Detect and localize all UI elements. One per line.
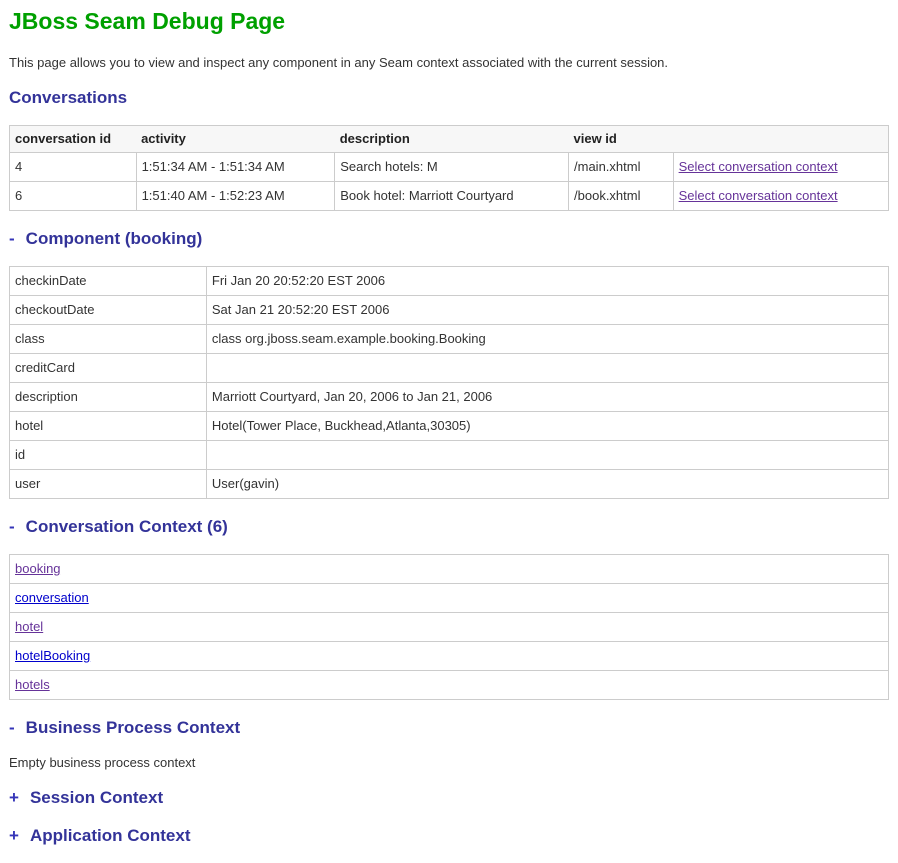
property-row: class class org.jboss.seam.example.booki…	[10, 325, 889, 354]
conversation-context-heading-label: Conversation Context (6)	[26, 517, 228, 536]
property-value-cell: class org.jboss.seam.example.booking.Boo…	[206, 325, 888, 354]
property-key-cell: hotel	[10, 412, 207, 441]
session-context-heading-label: Session Context	[30, 788, 163, 807]
conversation-context-table: booking conversation hotel hotelBooking …	[9, 554, 889, 700]
context-link-cell: hotel	[10, 613, 889, 642]
property-row: checkinDate Fri Jan 20 20:52:20 EST 2006	[10, 267, 889, 296]
collapse-toggle-icon[interactable]: -	[9, 517, 15, 537]
component-section-heading: -Component (booking)	[9, 229, 889, 249]
property-key-cell: description	[10, 383, 207, 412]
page-title: JBoss Seam Debug Page	[9, 8, 889, 35]
property-value-cell: Marriott Courtyard, Jan 20, 2006 to Jan …	[206, 383, 888, 412]
conversations-header-row: conversation id activity description vie…	[10, 126, 889, 153]
conversation-id-cell: 4	[10, 153, 137, 182]
col-header-activity: activity	[136, 126, 335, 153]
context-link-row: booking	[10, 555, 889, 584]
description-cell: Search hotels: M	[335, 153, 569, 182]
property-value-cell	[206, 441, 888, 470]
action-cell: Select conversation context	[673, 153, 888, 182]
select-conversation-context-link[interactable]: Select conversation context	[679, 188, 838, 203]
activity-cell: 1:51:34 AM - 1:51:34 AM	[136, 153, 335, 182]
description-cell: Book hotel: Marriott Courtyard	[335, 182, 569, 211]
expand-toggle-icon[interactable]: +	[9, 788, 19, 808]
conversations-table: conversation id activity description vie…	[9, 125, 889, 211]
context-link-cell: hotelBooking	[10, 642, 889, 671]
conversation-context-heading: -Conversation Context (6)	[9, 517, 889, 537]
action-cell: Select conversation context	[673, 182, 888, 211]
component-properties-table: checkinDate Fri Jan 20 20:52:20 EST 2006…	[9, 266, 889, 499]
col-header-view-id: view id	[569, 126, 674, 153]
business-process-context-heading: -Business Process Context	[9, 718, 889, 738]
conversation-id-cell: 6	[10, 182, 137, 211]
application-context-heading: + Application Context	[9, 826, 889, 846]
property-row: hotel Hotel(Tower Place, Buckhead,Atlant…	[10, 412, 889, 441]
view-id-cell: /main.xhtml	[569, 153, 674, 182]
select-conversation-context-link[interactable]: Select conversation context	[679, 159, 838, 174]
col-header-action	[673, 126, 888, 153]
conversation-row: 6 1:51:40 AM - 1:52:23 AM Book hotel: Ma…	[10, 182, 889, 211]
property-key-cell: checkoutDate	[10, 296, 207, 325]
property-value-cell: User(gavin)	[206, 470, 888, 499]
property-key-cell: class	[10, 325, 207, 354]
conversations-heading: Conversations	[9, 88, 889, 108]
context-link-row: conversation	[10, 584, 889, 613]
context-link-row: hotel	[10, 613, 889, 642]
property-key-cell: creditCard	[10, 354, 207, 383]
context-component-link[interactable]: hotelBooking	[15, 648, 90, 663]
property-row: id	[10, 441, 889, 470]
property-row: description Marriott Courtyard, Jan 20, …	[10, 383, 889, 412]
context-link-cell: booking	[10, 555, 889, 584]
expand-toggle-icon[interactable]: +	[9, 826, 19, 846]
application-context-heading-label: Application Context	[30, 826, 191, 845]
collapse-toggle-icon[interactable]: -	[9, 718, 15, 738]
activity-cell: 1:51:40 AM - 1:52:23 AM	[136, 182, 335, 211]
context-component-link[interactable]: booking	[15, 561, 61, 576]
context-component-link[interactable]: hotel	[15, 619, 43, 634]
property-key-cell: user	[10, 470, 207, 499]
view-id-cell: /book.xhtml	[569, 182, 674, 211]
collapse-toggle-icon[interactable]: -	[9, 229, 15, 249]
context-link-row: hotels	[10, 671, 889, 700]
property-row: creditCard	[10, 354, 889, 383]
session-context-heading: + Session Context	[9, 788, 889, 808]
component-heading-label: Component (booking)	[26, 229, 203, 248]
property-value-cell: Fri Jan 20 20:52:20 EST 2006	[206, 267, 888, 296]
intro-text: This page allows you to view and inspect…	[9, 55, 889, 70]
business-process-heading-label: Business Process Context	[26, 718, 240, 737]
property-row: checkoutDate Sat Jan 21 20:52:20 EST 200…	[10, 296, 889, 325]
col-header-description: description	[335, 126, 569, 153]
conversation-row: 4 1:51:34 AM - 1:51:34 AM Search hotels:…	[10, 153, 889, 182]
property-key-cell: id	[10, 441, 207, 470]
context-link-cell: conversation	[10, 584, 889, 613]
col-header-conversation-id: conversation id	[10, 126, 137, 153]
property-key-cell: checkinDate	[10, 267, 207, 296]
property-value-cell: Sat Jan 21 20:52:20 EST 2006	[206, 296, 888, 325]
property-row: user User(gavin)	[10, 470, 889, 499]
context-component-link[interactable]: conversation	[15, 590, 89, 605]
context-component-link[interactable]: hotels	[15, 677, 50, 692]
context-link-row: hotelBooking	[10, 642, 889, 671]
context-link-cell: hotels	[10, 671, 889, 700]
property-value-cell: Hotel(Tower Place, Buckhead,Atlanta,3030…	[206, 412, 888, 441]
property-value-cell	[206, 354, 888, 383]
empty-business-process-message: Empty business process context	[9, 755, 889, 770]
